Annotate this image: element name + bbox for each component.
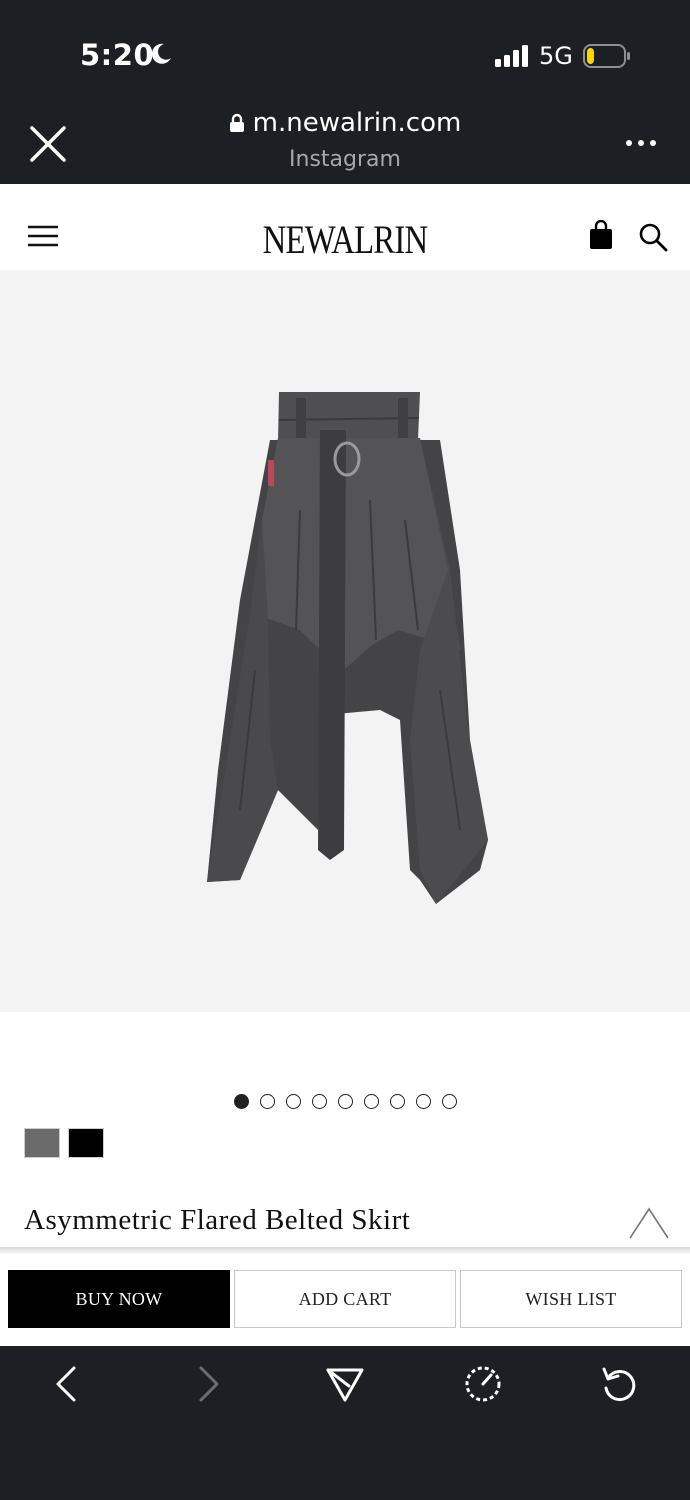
lock-icon: [229, 113, 244, 132]
pagination-dot[interactable]: [415, 1094, 431, 1109]
network-type: 5G: [539, 42, 573, 70]
color-swatches: [24, 1128, 104, 1158]
speed-icon[interactable]: [463, 1364, 503, 1404]
in-app-browser-header: m.newalrin.com Instagram: [0, 100, 690, 184]
browser-toolbar: [0, 1346, 690, 1500]
product-image[interactable]: [0, 270, 690, 1012]
share-icon[interactable]: [325, 1364, 365, 1404]
pagination-dot[interactable]: [311, 1094, 327, 1109]
add-cart-button[interactable]: ADD CART: [234, 1270, 456, 1328]
address-bar[interactable]: m.newalrin.com: [0, 108, 690, 138]
pagination-dot[interactable]: [233, 1094, 249, 1109]
pagination-dot[interactable]: [441, 1094, 457, 1109]
shopping-bag-icon[interactable]: [589, 220, 613, 250]
site-header: NEWALRIN: [0, 216, 690, 263]
pagination-dot[interactable]: [285, 1094, 301, 1109]
status-time: 5:20: [80, 38, 155, 72]
color-swatch-gray[interactable]: [24, 1128, 60, 1158]
hamburger-menu-icon[interactable]: [27, 224, 59, 248]
more-options-icon[interactable]: [624, 138, 658, 148]
url-text: m.newalrin.com: [252, 108, 462, 138]
source-app-label: Instagram: [289, 147, 401, 172]
site-logo[interactable]: NEWALRIN: [62, 216, 628, 263]
buy-now-button[interactable]: BUY NOW: [8, 1270, 230, 1328]
pagination-dot[interactable]: [337, 1094, 353, 1109]
reload-icon[interactable]: [600, 1364, 640, 1404]
pagination-dot[interactable]: [259, 1094, 275, 1109]
wish-list-button[interactable]: WISH LIST: [460, 1270, 682, 1328]
pagination-dot[interactable]: [363, 1094, 379, 1109]
pagination-dot[interactable]: [389, 1094, 405, 1109]
forward-icon[interactable]: [187, 1364, 227, 1404]
battery-icon: [583, 44, 630, 68]
image-pagination[interactable]: [0, 1094, 690, 1110]
back-icon[interactable]: [48, 1364, 88, 1404]
signal-icon: [495, 45, 528, 67]
color-swatch-black[interactable]: [68, 1128, 104, 1158]
status-bar: 5:20 5G: [0, 0, 690, 100]
action-bar: BUY NOW ADD CART WISH LIST: [0, 1254, 690, 1346]
chevron-up-icon[interactable]: [628, 1206, 670, 1240]
web-page: NEWALRIN Asymmetric Flared Belted Skirt …: [0, 184, 690, 1346]
product-title: Asymmetric Flared Belted Skirt: [24, 1204, 411, 1236]
moon-icon: [151, 43, 171, 64]
skirt-illustration: [207, 392, 488, 904]
search-icon[interactable]: [638, 222, 668, 252]
